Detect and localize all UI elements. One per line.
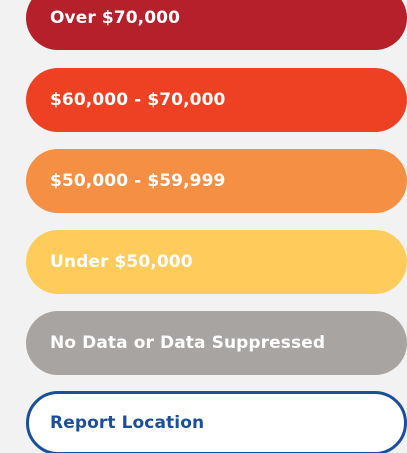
report-location-button[interactable]: Report Location [26, 391, 407, 453]
legend-item-60000-70000: $60,000 - $70,000 [26, 68, 407, 132]
legend-item-over-70000: Over $70,000 [26, 0, 407, 50]
legend-item-no-data: No Data or Data Suppressed [26, 311, 407, 375]
legend-item-label: $60,000 - $70,000 [50, 90, 226, 110]
map-legend: Over $70,000 $60,000 - $70,000 $50,000 -… [0, 0, 407, 453]
report-location-label: Report Location [50, 413, 205, 433]
legend-item-50000-59999: $50,000 - $59,999 [26, 149, 407, 213]
legend-item-label: $50,000 - $59,999 [50, 171, 226, 191]
legend-item-label: Under $50,000 [50, 252, 193, 272]
legend-item-label: No Data or Data Suppressed [50, 333, 326, 353]
legend-item-label: Over $70,000 [50, 8, 180, 28]
legend-item-under-50000: Under $50,000 [26, 230, 407, 294]
